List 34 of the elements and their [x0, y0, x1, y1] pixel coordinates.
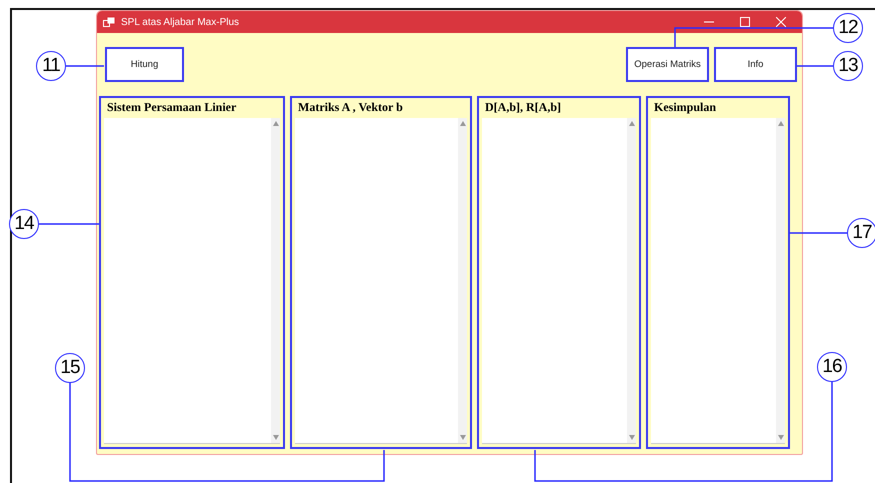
panel-title: Kesimpulan: [653, 99, 718, 116]
scroll-down-icon[interactable]: [272, 435, 278, 440]
action-button[interactable]: Info: [714, 47, 797, 82]
scrollbar[interactable]: [271, 118, 280, 443]
callout-number: 15: [55, 353, 85, 383]
scroll-up-icon[interactable]: [628, 121, 634, 126]
scrollbar[interactable]: [627, 118, 636, 443]
leader-line: [66, 65, 104, 67]
callout-number: 14: [9, 209, 39, 239]
scroll-up-icon[interactable]: [272, 121, 278, 126]
close-icon[interactable]: [776, 17, 786, 27]
callout-number: 11: [36, 51, 66, 81]
leader-line: [797, 65, 833, 67]
callout-number: 17: [847, 218, 875, 248]
scroll-down-icon[interactable]: [778, 435, 784, 440]
action-button[interactable]: Operasi Matriks: [626, 47, 709, 82]
leader-line: [39, 223, 99, 225]
scroll-up-icon[interactable]: [460, 121, 466, 126]
maximize-icon[interactable]: [740, 17, 750, 27]
panel-title: D[A,b], R[A,b]: [484, 99, 562, 116]
scroll-down-icon[interactable]: [628, 435, 634, 440]
action-button[interactable]: Hitung: [105, 47, 184, 82]
app-icon: [103, 16, 115, 28]
scrollbar[interactable]: [776, 118, 785, 443]
window-title: SPL atas Aljabar Max-Plus: [121, 16, 240, 28]
callout-number: 16: [817, 352, 847, 382]
scroll-down-icon[interactable]: [460, 435, 466, 440]
callout-number: 13: [833, 51, 863, 81]
leader-line: [789, 232, 847, 234]
panel-title: Sistem Persamaan Linier: [106, 99, 238, 116]
callout-number: 12: [833, 13, 863, 43]
panel-title: Matriks A , Vektor b: [297, 99, 404, 116]
scrollbar[interactable]: [458, 118, 467, 443]
scroll-up-icon[interactable]: [778, 121, 784, 126]
